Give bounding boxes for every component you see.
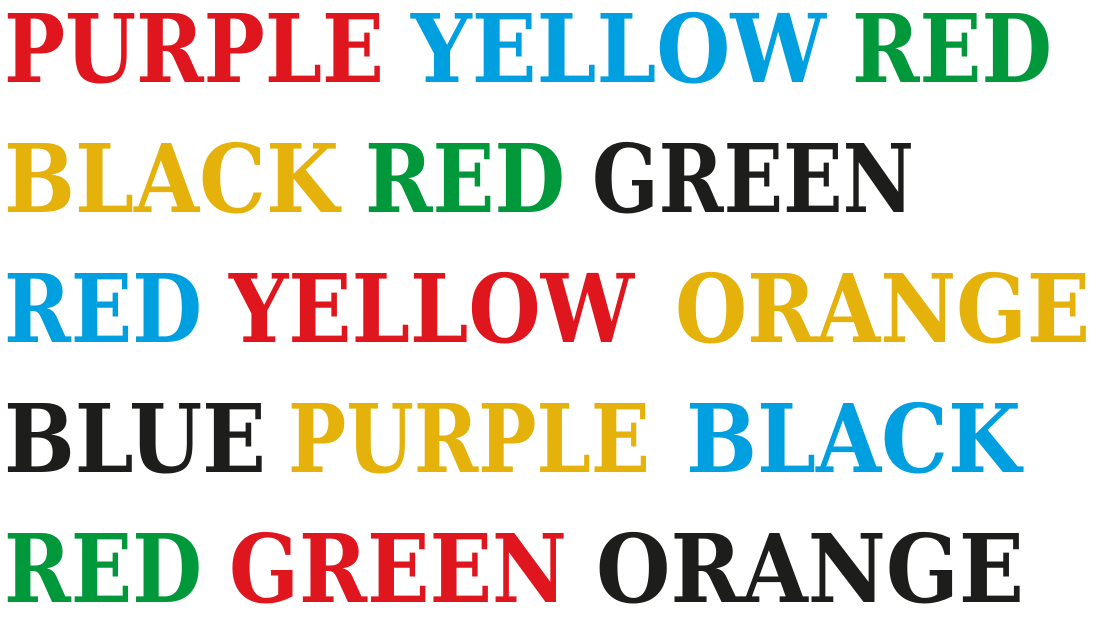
- word-red: RED: [4, 513, 203, 625]
- word-purple: PURPLE: [4, 0, 385, 105]
- word-green: GREEN: [592, 123, 914, 235]
- word-purple: PURPLE: [288, 383, 650, 495]
- word-black: BLACK: [686, 383, 1021, 495]
- word-red: RED: [365, 123, 565, 235]
- word-green: GREEN: [229, 513, 567, 625]
- word-black: BLACK: [4, 123, 339, 235]
- word-blue: BLUE: [4, 383, 267, 495]
- word-orange: ORANGE: [596, 513, 1024, 625]
- word-yellow: YELLOW: [229, 253, 635, 365]
- stroop-word-grid: PURPLE YELLOW RED BLACK RED GREEN RED YE…: [0, 0, 1105, 616]
- word-red: RED: [852, 0, 1052, 105]
- word-orange: ORANGE: [675, 253, 1091, 365]
- word-red: RED: [4, 253, 203, 365]
- word-yellow: YELLOW: [411, 0, 827, 105]
